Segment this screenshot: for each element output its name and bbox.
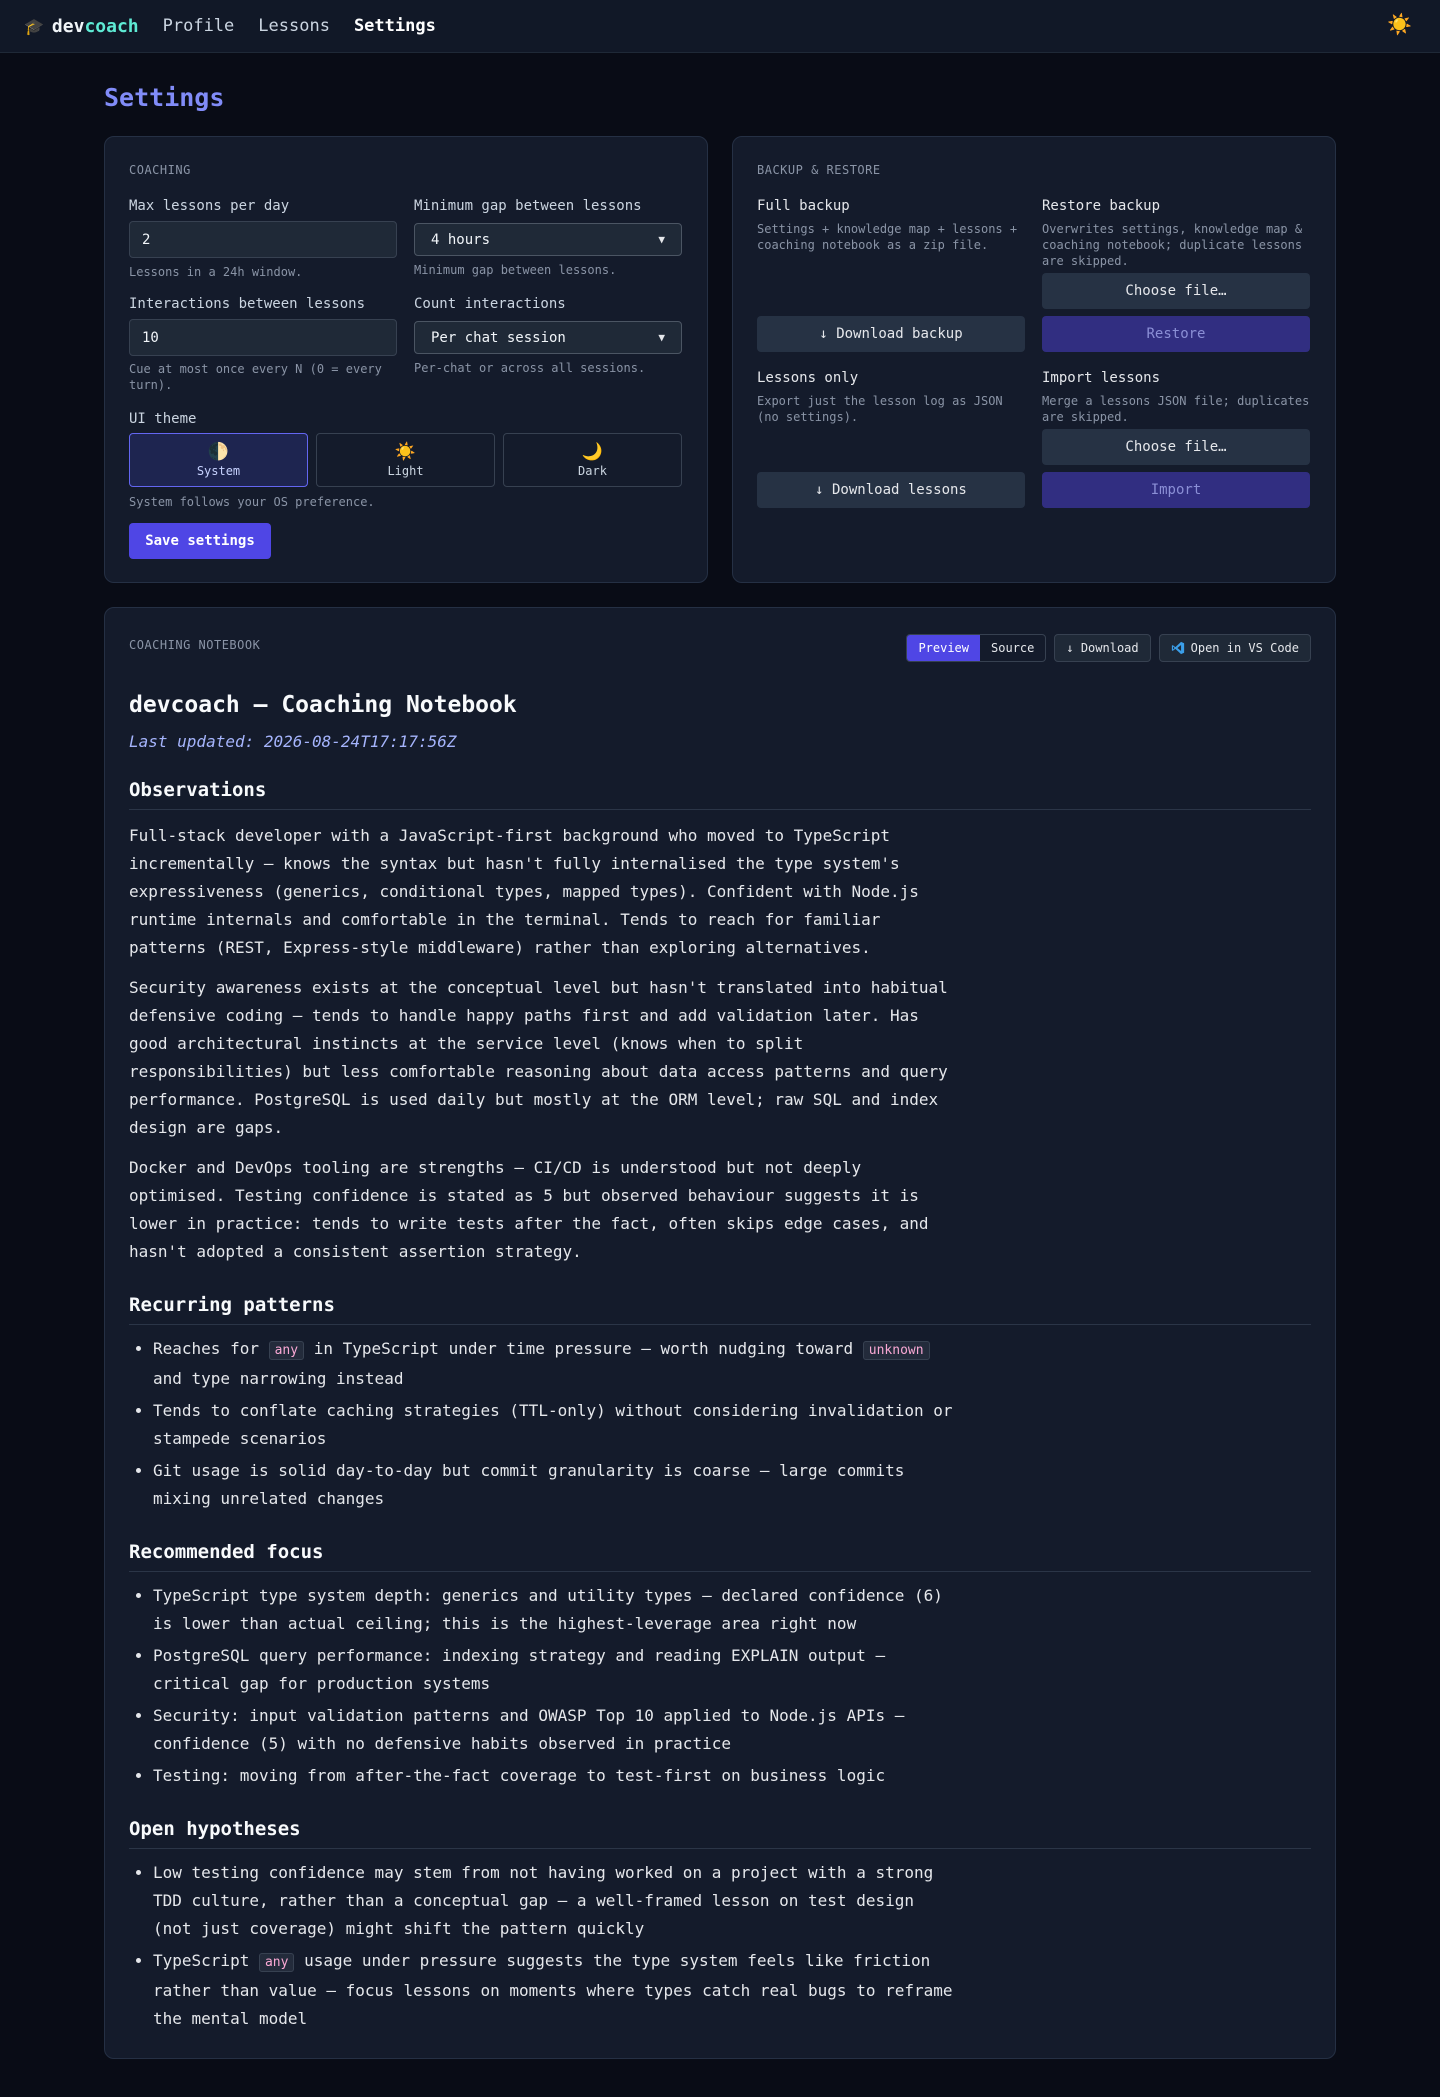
brand-logo-text: devcoach — [51, 15, 139, 37]
inline-code: any — [258, 1953, 295, 1972]
list-item: PostgreSQL query performance: indexing s… — [153, 1642, 953, 1698]
max-lessons-input[interactable]: 2 — [129, 221, 397, 258]
theme-options: 🌓 System ☀️ Light 🌙 Dark — [129, 433, 682, 487]
min-gap-value: 4 hours — [431, 231, 491, 248]
full-backup-title: Full backup — [757, 198, 850, 214]
lessons-only-desc: Export just the lesson log as JSON (no s… — [757, 394, 1003, 424]
preview-tab[interactable]: Preview — [907, 635, 981, 661]
open-vscode-label: Open in VS Code — [1190, 641, 1299, 655]
theme-option-light[interactable]: ☀️ Light — [316, 433, 495, 487]
crescent-moon-icon: 🌙 — [581, 442, 604, 462]
list-item: Reaches for any in TypeScript under time… — [153, 1335, 953, 1393]
theme-option-system[interactable]: 🌓 System — [129, 433, 308, 487]
list-item: Testing: moving from after-the-fact cove… — [153, 1762, 953, 1790]
count-interactions-hint: Per-chat or across all sessions. — [414, 361, 646, 375]
chevron-down-icon: ▼ — [658, 331, 665, 344]
recommended-focus-list: TypeScript type system depth: generics a… — [129, 1582, 1311, 1790]
brand[interactable]: 🎓 devcoach — [24, 16, 139, 37]
vscode-icon — [1171, 641, 1184, 655]
coaching-notebook-card: COACHING NOTEBOOK Preview Source ↓ Downl… — [104, 607, 1336, 2059]
source-tab[interactable]: Source — [980, 635, 1045, 661]
list-item: TypeScript any usage under pressure sugg… — [153, 1947, 953, 2033]
backup-restore-card: BACKUP & RESTORE Full backup Settings + … — [732, 136, 1336, 583]
open-hypotheses-list: Low testing confidence may stem from not… — [129, 1859, 1311, 2033]
count-interactions-value: Per chat session — [431, 329, 566, 346]
top-nav: 🎓 devcoach Profile Lessons Settings ☀️ — [0, 0, 1440, 53]
download-notebook-button[interactable]: ↓ Download — [1054, 634, 1151, 662]
list-item: Low testing confidence may stem from not… — [153, 1859, 953, 1943]
import-lessons-title: Import lessons — [1042, 370, 1161, 386]
interactions-hint: Cue at most once every N (0 = every turn… — [129, 362, 382, 392]
download-lessons-button[interactable]: ↓ Download lessons — [757, 472, 1025, 508]
recurring-patterns-list: Reaches for any in TypeScript under time… — [129, 1335, 1311, 1513]
count-interactions-select[interactable]: Per chat session ▼ — [414, 321, 682, 354]
restore-backup-desc: Overwrites settings, knowledge map & coa… — [1042, 222, 1303, 268]
list-item: Git usage is solid day-to-day but commit… — [153, 1457, 953, 1513]
open-vscode-button[interactable]: Open in VS Code — [1158, 634, 1311, 662]
max-lessons-label: Max lessons per day — [129, 198, 290, 214]
theme-option-dark[interactable]: 🌙 Dark — [503, 433, 682, 487]
download-backup-button[interactable]: ↓ Download backup — [757, 316, 1025, 352]
sun-icon[interactable]: ☀️ — [1387, 12, 1412, 36]
graduation-cap-icon: 🎓 — [24, 16, 44, 36]
notebook-toolbar: Preview Source ↓ Download Open in VS Cod… — [906, 634, 1311, 662]
theme-option-label: Dark — [578, 464, 607, 478]
nav-link-settings[interactable]: Settings — [354, 16, 436, 36]
nav-link-lessons[interactable]: Lessons — [258, 16, 330, 36]
lessons-only-title: Lessons only — [757, 370, 859, 386]
import-choose-file-button[interactable]: Choose file… — [1042, 429, 1310, 465]
theme-option-label: System — [196, 464, 241, 478]
half-moon-icon: 🌓 — [207, 442, 230, 462]
ui-theme-label: UI theme — [129, 411, 197, 427]
nav-link-profile[interactable]: Profile — [163, 16, 235, 36]
page-title: Settings — [104, 83, 225, 112]
interactions-label: Interactions between lessons — [129, 296, 366, 312]
sun-icon: ☀️ — [394, 442, 417, 462]
list-item: Tends to conflate caching strategies (TT… — [153, 1397, 953, 1453]
ui-theme-hint: System follows your OS preference. — [129, 495, 375, 509]
inline-code: unknown — [862, 1341, 930, 1360]
import-lessons-desc: Merge a lessons JSON file; duplicates ar… — [1042, 394, 1310, 424]
coaching-section-label: COACHING — [129, 163, 191, 177]
chevron-down-icon: ▼ — [658, 233, 665, 246]
save-settings-button[interactable]: Save settings — [129, 523, 271, 559]
open-hypotheses-heading: Open hypotheses — [129, 1818, 1311, 1849]
coaching-card: COACHING Max lessons per day 2 Lessons i… — [104, 136, 708, 583]
list-item: TypeScript type system depth: generics a… — [153, 1582, 953, 1638]
restore-backup-title: Restore backup — [1042, 198, 1161, 214]
count-interactions-label: Count interactions — [414, 296, 566, 312]
observations-heading: Observations — [129, 779, 1311, 810]
import-button[interactable]: Import — [1042, 472, 1310, 508]
observation-paragraph: Security awareness exists at the concept… — [129, 978, 948, 1137]
notebook-title: devcoach — Coaching Notebook — [129, 692, 517, 718]
interactions-input[interactable]: 10 — [129, 319, 397, 356]
restore-button[interactable]: Restore — [1042, 316, 1310, 352]
view-toggle: Preview Source — [906, 634, 1047, 662]
list-item: Security: input validation patterns and … — [153, 1702, 953, 1758]
backup-section-label: BACKUP & RESTORE — [757, 163, 881, 177]
inline-code: any — [268, 1341, 305, 1360]
full-backup-desc: Settings + knowledge map + lessons + coa… — [757, 222, 1018, 252]
theme-option-label: Light — [387, 464, 424, 478]
min-gap-label: Minimum gap between lessons — [414, 198, 642, 214]
last-updated: Last updated: 2026-08-24T17:17:56Z — [129, 732, 457, 751]
restore-choose-file-button[interactable]: Choose file… — [1042, 273, 1310, 309]
max-lessons-hint: Lessons in a 24h window. — [129, 265, 303, 279]
min-gap-select[interactable]: 4 hours ▼ — [414, 223, 682, 256]
observation-paragraph: Docker and DevOps tooling are strengths … — [129, 1158, 929, 1261]
observation-paragraph: Full-stack developer with a JavaScript-f… — [129, 826, 919, 957]
recurring-patterns-heading: Recurring patterns — [129, 1294, 1311, 1325]
min-gap-hint: Minimum gap between lessons. — [414, 263, 617, 277]
recommended-focus-heading: Recommended focus — [129, 1541, 1311, 1572]
